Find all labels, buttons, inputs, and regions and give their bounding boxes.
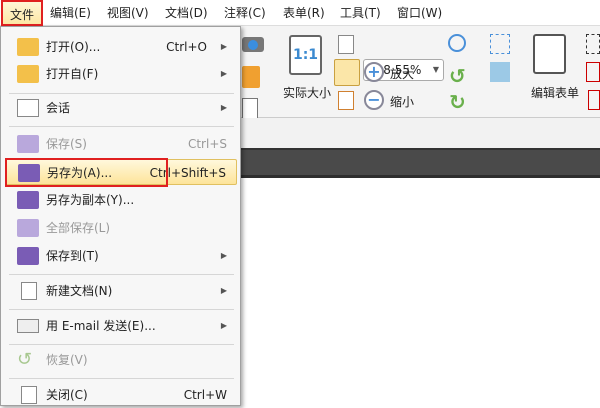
chevron-down-icon: ▼ <box>432 65 439 74</box>
menu-item-label: 会话 <box>46 101 71 115</box>
menu-item-label: 打开(O)... <box>46 40 101 54</box>
magnifier-icon[interactable] <box>448 34 466 52</box>
snapshot-icon[interactable] <box>242 37 264 52</box>
session-icon <box>17 99 39 117</box>
clipboard-icon[interactable] <box>242 66 260 88</box>
menu-item-label: 打开自(F) <box>46 67 99 81</box>
menu-item-label: 恢复(V) <box>46 353 88 367</box>
edit-form-label[interactable]: 编辑表单 <box>531 84 579 101</box>
highlight-box <box>5 158 168 187</box>
actual-size-label[interactable]: 实际大小 <box>283 84 331 101</box>
zoom-in-label[interactable]: 放大 <box>390 65 414 82</box>
menu-item-revert[interactable]: ↺ 恢复(V) <box>5 347 237 373</box>
folder-icon <box>17 38 39 56</box>
chevron-right-icon: ▶ <box>220 42 227 51</box>
menu-item-label: 全部保存(L) <box>46 221 111 235</box>
menu-edit[interactable]: 编辑(E) <box>50 0 91 26</box>
menu-item-label: 另存为副本(Y)... <box>46 193 135 207</box>
folder-globe-icon <box>17 65 39 83</box>
menu-item-save[interactable]: 保存(S) Ctrl+S <box>5 131 237 157</box>
menu-item-new-document[interactable]: 新建文档(N) ▶ <box>5 278 237 304</box>
shortcut: Ctrl+S <box>187 137 227 151</box>
save-all-icon <box>17 219 39 237</box>
email-icon <box>17 319 39 333</box>
divider <box>9 274 234 275</box>
chevron-right-icon: ▶ <box>220 103 227 112</box>
chevron-right-icon: ▶ <box>220 286 227 295</box>
revert-icon: ↺ <box>17 349 33 370</box>
image-text-icon[interactable] <box>490 62 510 82</box>
menu-item-label: 关闭(C) <box>46 388 88 402</box>
menu-item-label: 新建文档(N) <box>46 284 113 298</box>
rotate-right-icon[interactable]: ↻ <box>449 90 466 114</box>
text-reorder-icon[interactable] <box>588 90 600 110</box>
fit-visible-icon[interactable] <box>338 91 354 110</box>
menu-window[interactable]: 窗口(W) <box>397 0 442 26</box>
divider <box>9 344 234 345</box>
menu-item-save-copy[interactable]: 另存为副本(Y)... <box>5 187 237 213</box>
menu-view[interactable]: 视图(V) <box>107 0 149 26</box>
save-icon <box>17 135 39 153</box>
edit-form-icon[interactable] <box>533 34 566 74</box>
zoom-out-icon[interactable]: − <box>364 90 384 110</box>
chevron-right-icon: ▶ <box>220 321 227 330</box>
save-copy-icon <box>17 191 39 209</box>
close-document-icon <box>21 386 37 404</box>
save-to-icon <box>17 247 39 265</box>
menu-item-open-from[interactable]: 打开自(F) ▶ <box>5 61 237 87</box>
menu-item-session[interactable]: 会话 ▶ <box>5 95 237 121</box>
find-icon[interactable] <box>242 98 258 120</box>
menu-file[interactable]: 文件 <box>1 0 43 26</box>
menu-bar: 文件 编辑(E) 视图(V) 文档(D) 注释(C) 表单(R) 工具(T) 窗… <box>0 0 600 26</box>
menu-tools[interactable]: 工具(T) <box>340 0 381 26</box>
menu-form[interactable]: 表单(R) <box>283 0 325 26</box>
menu-item-open[interactable]: 打开(O)... Ctrl+O ▶ <box>5 34 237 60</box>
menu-item-label: 用 E-mail 发送(E)... <box>46 319 156 333</box>
menu-item-save-to[interactable]: 保存到(T) ▶ <box>5 243 237 269</box>
zoom-out-label[interactable]: 缩小 <box>390 93 414 110</box>
rotate-left-icon[interactable]: ↺ <box>449 64 466 88</box>
menu-comment[interactable]: 注释(C) <box>224 0 266 26</box>
menu-item-label: 保存到(T) <box>46 249 99 263</box>
text-box-icon[interactable] <box>586 62 600 82</box>
menu-item-close[interactable]: 关闭(C) Ctrl+W <box>5 382 237 408</box>
menu-document[interactable]: 文档(D) <box>165 0 208 26</box>
fit-page-icon[interactable] <box>338 35 354 54</box>
zoom-in-icon[interactable]: + <box>364 62 384 82</box>
actual-size-icon[interactable]: 1:1 <box>289 35 322 75</box>
text-field-icon[interactable] <box>586 34 600 54</box>
typewriter-icon[interactable] <box>490 34 510 54</box>
menu-item-save-all[interactable]: 全部保存(L) <box>5 215 237 241</box>
chevron-right-icon: ▶ <box>220 251 227 260</box>
fit-width-icon[interactable] <box>334 59 360 86</box>
file-menu-dropdown: 打开(O)... Ctrl+O ▶ 打开自(F) ▶ 会话 ▶ 保存(S) Ctrl+S … <box>0 26 241 406</box>
menu-item-label: 保存(S) <box>46 137 87 151</box>
chevron-right-icon: ▶ <box>220 69 227 78</box>
divider <box>9 309 234 310</box>
menu-item-email[interactable]: 用 E-mail 发送(E)... ▶ <box>5 313 237 339</box>
divider <box>9 126 234 127</box>
divider <box>9 93 234 94</box>
shortcut: Ctrl+W <box>183 388 227 402</box>
new-document-icon <box>21 282 37 300</box>
divider <box>9 378 234 379</box>
shortcut: Ctrl+O <box>166 40 207 54</box>
